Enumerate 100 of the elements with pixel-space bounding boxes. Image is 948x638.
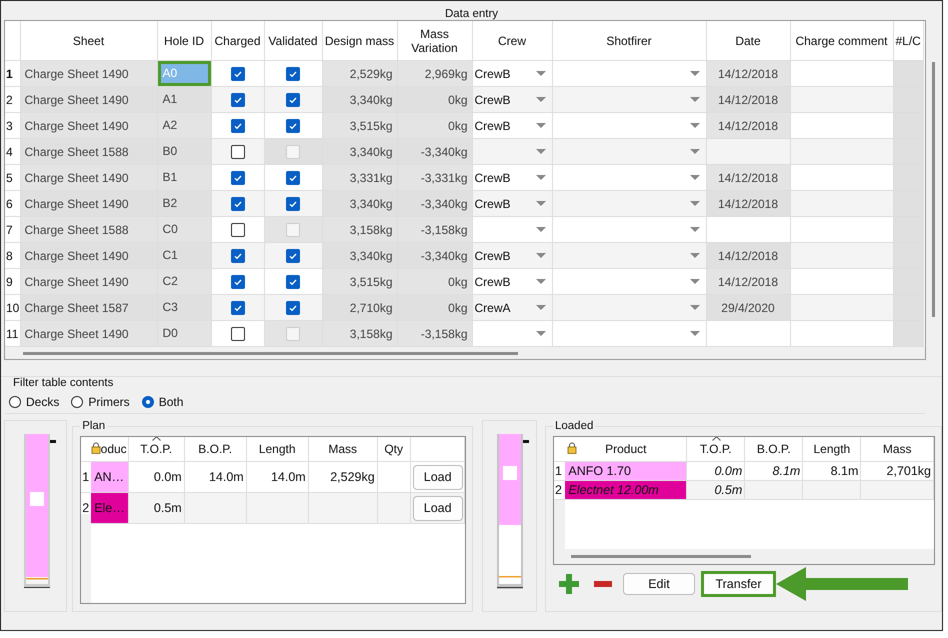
checkbox[interactable]: [230, 222, 244, 237]
date-cell: 14/12/2018: [718, 170, 778, 184]
date-cell: 14/12/2018: [718, 118, 778, 132]
checkbox[interactable]: [286, 170, 300, 185]
column-header[interactable]: Length: [802, 437, 861, 462]
dropdown-arrow-icon[interactable]: [536, 122, 546, 128]
dropdown-arrow-icon[interactable]: [690, 148, 700, 154]
dropdown-arrow-icon[interactable]: [536, 330, 546, 336]
checkbox[interactable]: [230, 144, 244, 159]
column-header[interactable]: Validated: [264, 21, 322, 60]
table-cell: 0kg: [397, 268, 472, 294]
table-cell: 3,515kg: [322, 268, 397, 294]
column-header[interactable]: Length: [246, 437, 308, 462]
table-cell: 2,529kg: [330, 470, 375, 484]
dropdown-arrow-icon[interactable]: [536, 226, 546, 232]
crew-value[interactable]: CrewB: [474, 66, 536, 80]
table-cell: 3,340kg: [322, 190, 397, 216]
crew-value[interactable]: CrewB: [474, 118, 536, 132]
checkbox[interactable]: [286, 92, 300, 107]
row-number: 1: [81, 462, 92, 492]
checkbox[interactable]: [286, 248, 300, 263]
row-number: 4: [5, 138, 20, 164]
checkbox[interactable]: [230, 92, 244, 107]
dropdown-arrow-icon[interactable]: [536, 70, 546, 76]
table-cell: 3,515kg: [322, 112, 397, 138]
scrollbar-thumb[interactable]: [571, 555, 751, 558]
checkbox[interactable]: [286, 118, 300, 133]
column-header[interactable]: Hole ID: [157, 21, 211, 60]
dropdown-arrow-icon[interactable]: [690, 174, 700, 180]
checkbox[interactable]: [230, 66, 244, 81]
table-cell: 0.5m: [714, 483, 742, 497]
column-header[interactable]: Date: [706, 21, 790, 60]
column-header[interactable]: T.O.P.: [128, 437, 184, 462]
date-cell: 14/12/2018: [718, 92, 778, 106]
table-cell: 0kg: [397, 86, 472, 112]
column-header[interactable]: T.O.P.: [686, 437, 745, 462]
dropdown-arrow-icon[interactable]: [690, 226, 700, 232]
column-header[interactable]: #L/C: [893, 21, 923, 60]
table-cell: Charge Sheet 1588: [20, 138, 157, 164]
date-cell: 14/12/2018: [718, 196, 778, 210]
checkbox[interactable]: [286, 300, 300, 315]
dropdown-arrow-icon[interactable]: [690, 330, 700, 336]
dropdown-arrow-icon[interactable]: [690, 122, 700, 128]
crew-value[interactable]: CrewB: [474, 170, 536, 184]
dropdown-arrow-icon[interactable]: [690, 252, 700, 258]
column-header[interactable]: Shotfirer: [552, 21, 706, 60]
checkbox[interactable]: [230, 274, 244, 289]
dropdown-arrow-icon[interactable]: [690, 278, 700, 284]
column-header[interactable]: B.O.P.: [744, 437, 803, 462]
crew-value[interactable]: CrewB: [474, 274, 536, 288]
dropdown-arrow-icon[interactable]: [690, 200, 700, 206]
action-button[interactable]: Edit: [623, 573, 695, 595]
checkbox[interactable]: [230, 118, 244, 133]
add-icon[interactable]: [559, 574, 579, 594]
column-header[interactable]: Sheet: [20, 21, 157, 60]
checkbox[interactable]: [230, 170, 244, 185]
dropdown-arrow-icon[interactable]: [536, 252, 546, 258]
checkbox[interactable]: [286, 66, 300, 81]
row-number: 8: [5, 242, 20, 268]
column-header[interactable]: Qty: [377, 437, 410, 462]
sort-icon: [152, 437, 162, 441]
dropdown-arrow-icon[interactable]: [536, 278, 546, 284]
action-button[interactable]: Transfer: [701, 571, 776, 597]
checkbox[interactable]: [230, 196, 244, 211]
row-number: 2: [5, 86, 20, 112]
radio-option[interactable]: Both: [142, 395, 184, 409]
dropdown-arrow-icon[interactable]: [536, 200, 546, 206]
column-header[interactable]: B.O.P.: [184, 437, 246, 462]
load-button[interactable]: Load: [412, 496, 463, 520]
table-cell: 3,158kg: [322, 216, 397, 242]
column-header[interactable]: Charge comment: [790, 21, 893, 60]
checkbox[interactable]: [230, 248, 244, 263]
scrollbar-thumb[interactable]: [932, 62, 935, 317]
group-label: Loaded: [554, 420, 594, 432]
dropdown-arrow-icon[interactable]: [690, 304, 700, 310]
dropdown-arrow-icon[interactable]: [536, 304, 546, 310]
group-label: Filter table contents: [13, 377, 114, 389]
checkbox[interactable]: [230, 300, 244, 315]
column-header[interactable]: Mass: [308, 437, 378, 462]
column-header[interactable]: Design mass: [322, 21, 397, 60]
load-button[interactable]: Load: [412, 464, 463, 490]
product-cell: AN…: [91, 462, 128, 492]
dropdown-arrow-icon[interactable]: [690, 70, 700, 76]
checkbox[interactable]: [286, 196, 300, 211]
scrollbar-thumb[interactable]: [23, 352, 518, 355]
column-header[interactable]: Charged: [211, 21, 264, 60]
column-header[interactable]: Mass: [860, 437, 934, 462]
checkbox[interactable]: [230, 326, 244, 341]
radio-option[interactable]: Primers: [71, 395, 130, 409]
radio-option[interactable]: Decks: [9, 395, 60, 409]
checkbox[interactable]: [286, 274, 300, 289]
row-number: 3: [5, 112, 20, 138]
dropdown-arrow-icon[interactable]: [536, 96, 546, 102]
dropdown-arrow-icon[interactable]: [536, 148, 546, 154]
column-header[interactable]: Crew: [472, 21, 552, 60]
dropdown-arrow-icon[interactable]: [536, 174, 546, 180]
dropdown-arrow-icon[interactable]: [690, 96, 700, 102]
column-header[interactable]: Mass Variation: [397, 21, 472, 60]
table-cell: Charge Sheet 1588: [20, 216, 157, 242]
table-cell: -3,158kg: [397, 320, 472, 346]
